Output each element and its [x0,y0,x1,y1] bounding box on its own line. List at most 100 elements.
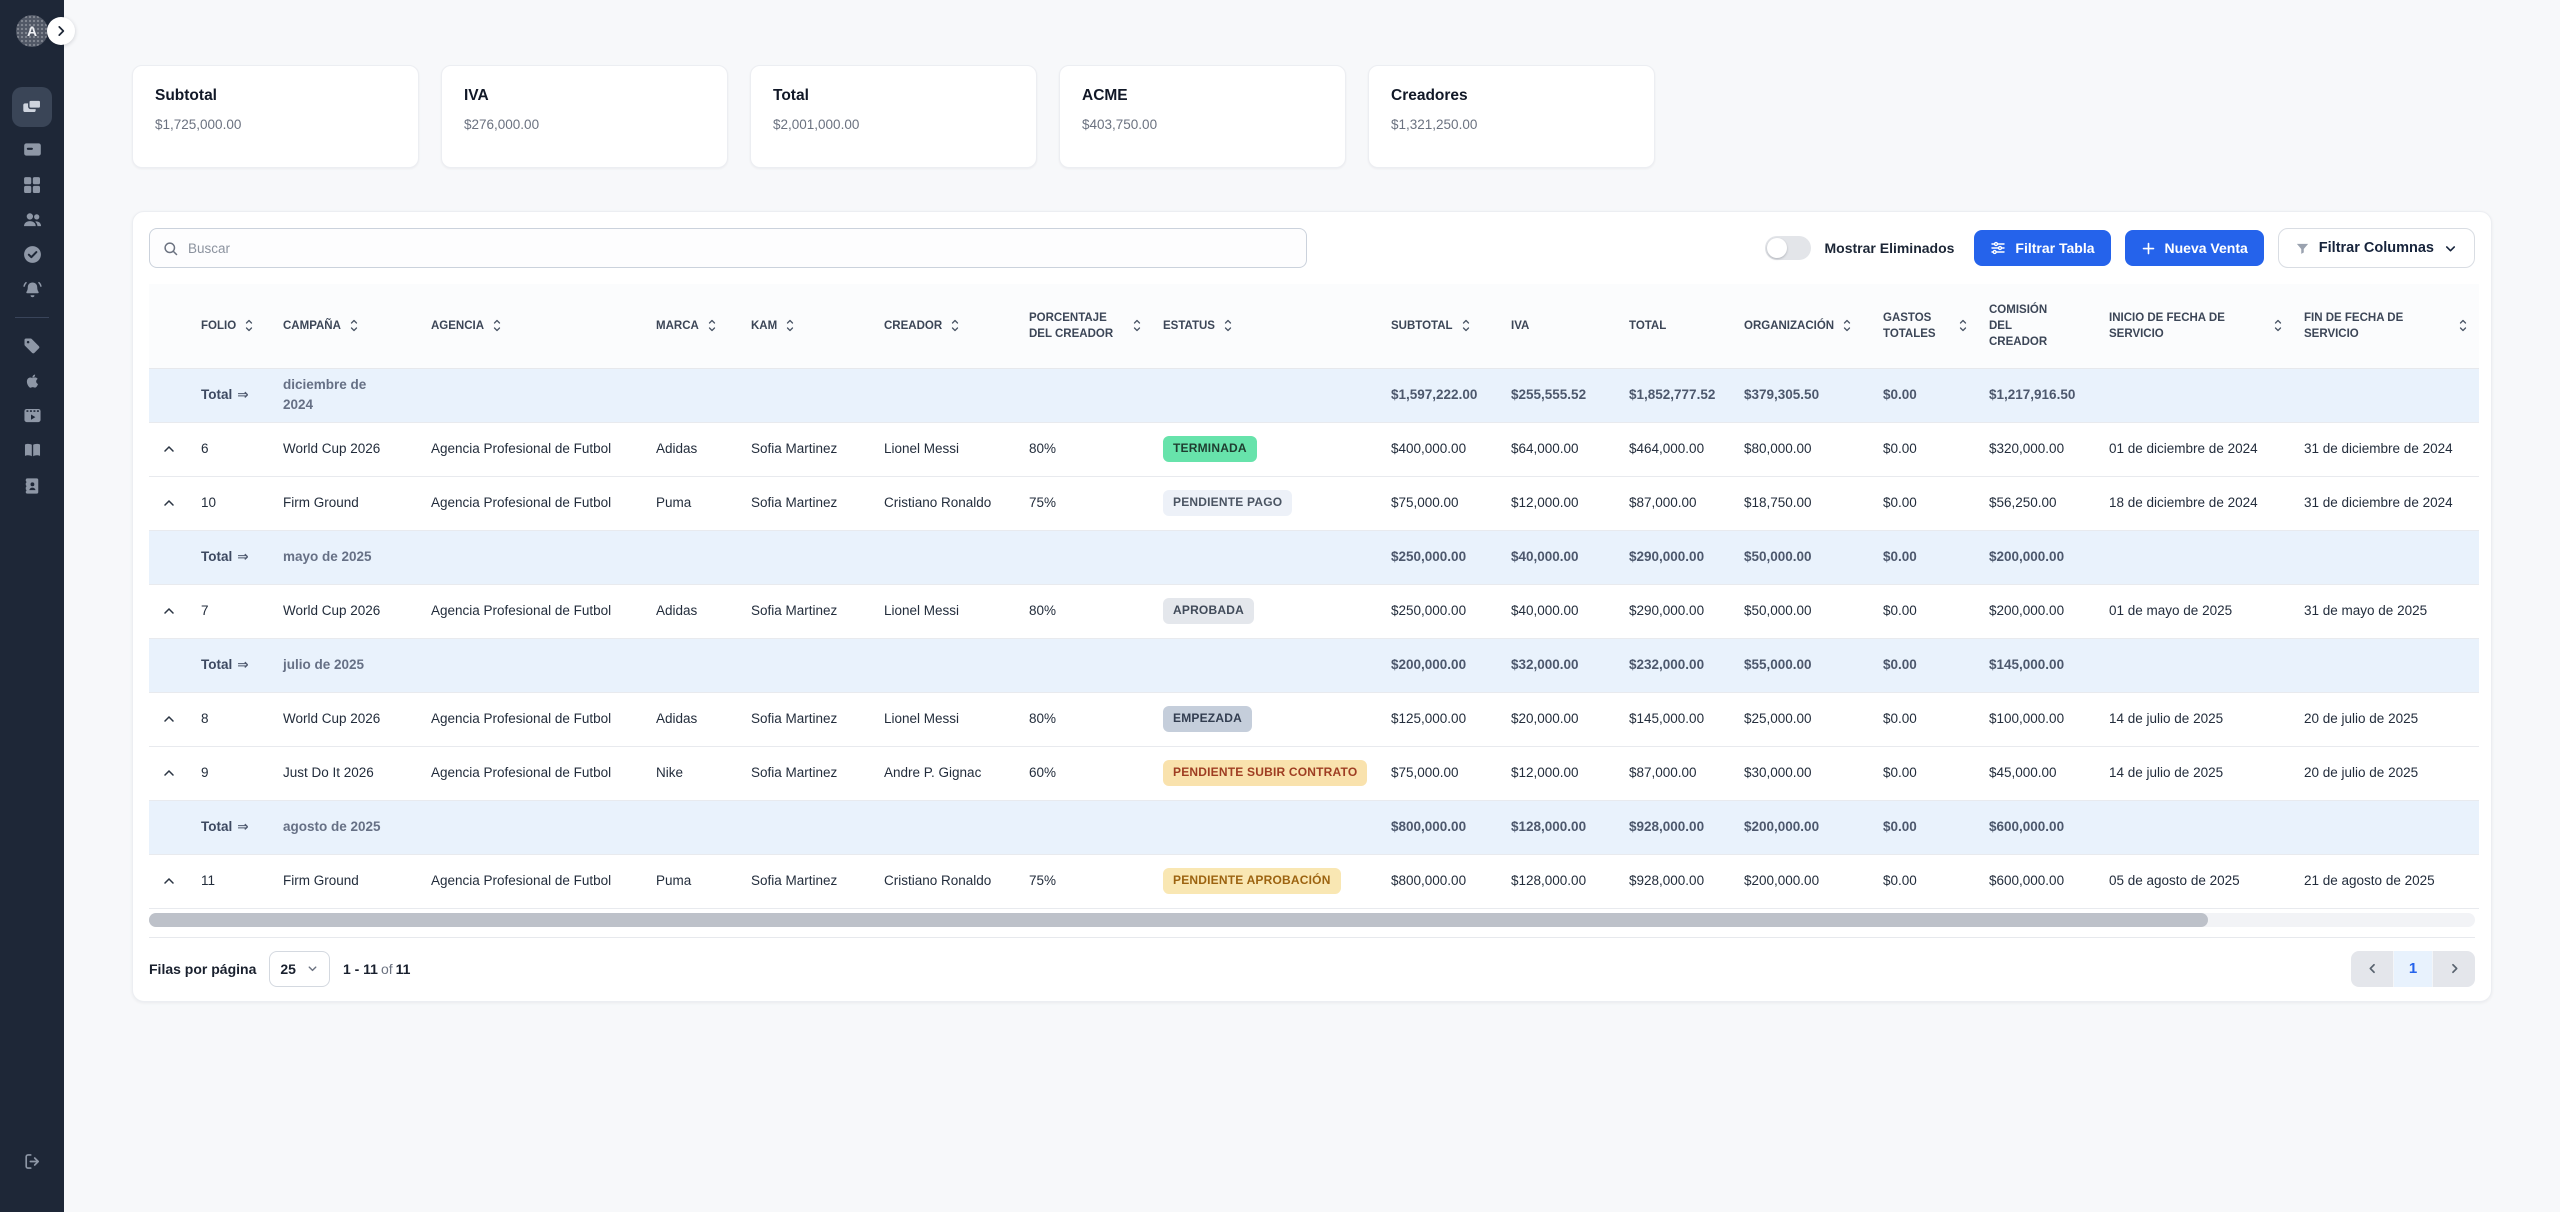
cell-subtotal: $75,000.00 [1381,476,1501,530]
chevron-up-icon [161,765,177,781]
column-header-marca[interactable]: MARCA [646,284,741,368]
sidebar-item-contacts[interactable] [19,473,45,499]
collapse-row-button[interactable] [159,763,179,783]
summary-card-value: $276,000.00 [464,117,705,132]
cell-creador: Lionel Messi [874,692,1019,746]
cell-kam [741,800,874,854]
previous-page-button[interactable] [2351,951,2393,987]
collapse-row-button[interactable] [159,493,179,513]
sidebar-item-components[interactable] [19,172,45,198]
column-header-creador[interactable]: CREADOR [874,284,1019,368]
cell-gastos: $0.00 [1873,368,1979,422]
sort-icon[interactable] [1222,318,1234,333]
payments-icon [21,96,43,118]
cell-marca: Adidas [646,584,741,638]
cell-estatus [1153,530,1381,584]
next-page-button[interactable] [2433,951,2475,987]
collapse-row-button[interactable] [159,871,179,891]
cell-campana: julio de 2025 [273,638,421,692]
avatar[interactable]: A [16,15,48,47]
horizontal-scrollbar-thumb[interactable] [149,913,2208,927]
filter-columns-button[interactable]: Filtrar Columnas [2278,228,2475,268]
column-header-label: COMISIÓN DEL CREADOR [1989,302,2071,350]
sidebar-item-credit-card[interactable] [19,137,45,163]
sidebar-item-apple[interactable] [19,368,45,394]
column-header-porcentaje[interactable]: PORCENTAJE DEL CREADOR [1019,284,1153,368]
filter-columns-label: Filtrar Columnas [2319,240,2434,256]
table-row: 8World Cup 2026Agencia Profesional de Fu… [149,692,2479,746]
sort-icon[interactable] [2457,318,2469,333]
cell-subtotal: $800,000.00 [1381,800,1501,854]
filter-table-button[interactable]: Filtrar Tabla [1974,230,2110,266]
cell-folio: 11 [191,854,273,908]
rows-per-page-select[interactable]: 25 [269,951,330,987]
column-header-gastos[interactable]: GASTOS TOTALES [1873,284,1979,368]
new-sale-button[interactable]: Nueva Venta [2125,230,2264,266]
cell-kam [741,368,874,422]
table-row: 7World Cup 2026Agencia Profesional de Fu… [149,584,2479,638]
sidebar-item-approvals[interactable] [19,242,45,268]
cell-folio: 10 [191,476,273,530]
cell-creador: Cristiano Ronaldo [874,476,1019,530]
cell-iva: $128,000.00 [1501,854,1619,908]
cell-porcentaje: 80% [1019,422,1153,476]
collapse-row-button[interactable] [159,709,179,729]
cell-comision: $56,250.00 [1979,476,2099,530]
sliders-icon [1990,240,2006,256]
sidebar-item-payments[interactable] [12,87,52,127]
sort-icon[interactable] [2272,318,2284,333]
column-header-campana[interactable]: CAMPAÑA [273,284,421,368]
cell-agencia [421,800,646,854]
search-box[interactable] [149,228,1307,268]
filter-table-label: Filtrar Tabla [2015,240,2094,256]
cell-marca: Puma [646,476,741,530]
cell-total: $290,000.00 [1619,530,1734,584]
chevron-down-icon [306,962,319,975]
chevron-left-icon [2365,961,2380,976]
cell-fin: 31 de diciembre de 2024 [2294,422,2479,476]
collapse-row-button[interactable] [159,439,179,459]
sort-icon[interactable] [784,318,796,333]
sort-icon[interactable] [491,318,503,333]
cell-agencia [421,530,646,584]
chevron-up-icon [161,441,177,457]
summary-card-acme: ACME$403,750.00 [1059,65,1346,168]
sidebar-item-catalog[interactable] [19,438,45,464]
cell-campana: Just Do It 2026 [273,746,421,800]
column-header-folio[interactable]: FOLIO [191,284,273,368]
collapse-row-button[interactable] [159,601,179,621]
show-deleted-toggle[interactable] [1765,236,1811,260]
sidebar-item-notifications[interactable] [19,277,45,303]
cell-organizacion: $18,750.00 [1734,476,1873,530]
sort-icon[interactable] [1957,318,1969,333]
sidebar-item-logout[interactable] [19,1148,45,1174]
column-header-organizacion[interactable]: ORGANIZACIÓN [1734,284,1873,368]
summary-card-label: Creadores [1391,87,1632,105]
sidebar-item-users[interactable] [19,207,45,233]
sort-icon[interactable] [706,318,718,333]
sort-icon[interactable] [348,318,360,333]
column-header-inicio[interactable]: INICIO DE FECHA DE SERVICIO [2099,284,2294,368]
current-page-button[interactable]: 1 [2393,951,2433,987]
search-input[interactable] [188,241,1294,256]
cell-estatus [1153,638,1381,692]
sort-icon[interactable] [1460,318,1472,333]
column-header-estatus[interactable]: ESTATUS [1153,284,1381,368]
sort-icon[interactable] [1841,318,1853,333]
cell-campana: Firm Ground [273,476,421,530]
cell-fin [2294,368,2479,422]
sort-icon[interactable] [1131,318,1143,333]
column-header-subtotal[interactable]: SUBTOTAL [1381,284,1501,368]
column-header-agencia[interactable]: AGENCIA [421,284,646,368]
sidebar-item-videos[interactable] [19,403,45,429]
cell-expand [149,422,191,476]
sort-icon[interactable] [243,318,255,333]
sort-icon[interactable] [949,318,961,333]
chevron-down-icon [2443,241,2458,256]
sidebar-expand-button[interactable] [47,17,75,45]
column-header-kam[interactable]: KAM [741,284,874,368]
sidebar-item-tags[interactable] [19,333,45,359]
column-header-fin[interactable]: FIN DE FECHA DE SERVICIO [2294,284,2479,368]
horizontal-scrollbar[interactable] [149,913,2475,927]
status-badge: PENDIENTE SUBIR CONTRATO [1163,760,1367,786]
